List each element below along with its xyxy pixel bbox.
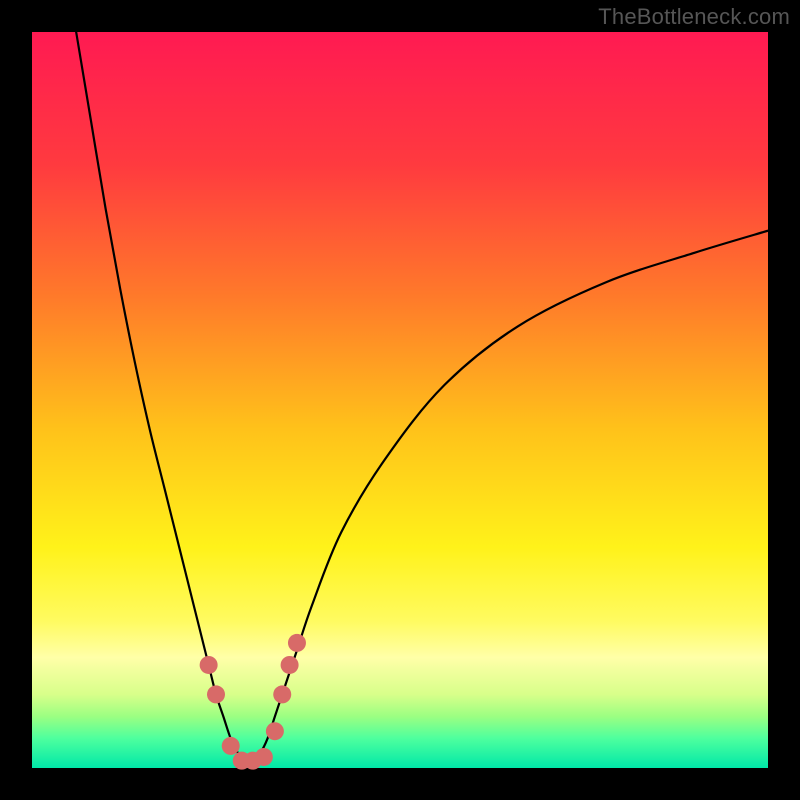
marker-point bbox=[273, 685, 291, 703]
marker-point bbox=[200, 656, 218, 674]
marker-point bbox=[266, 722, 284, 740]
marker-point bbox=[207, 685, 225, 703]
marker-point bbox=[222, 737, 240, 755]
watermark-text: TheBottleneck.com bbox=[598, 4, 790, 30]
marker-point bbox=[255, 748, 273, 766]
highlight-markers bbox=[32, 32, 768, 768]
chart-frame: TheBottleneck.com bbox=[0, 0, 800, 800]
marker-point bbox=[281, 656, 299, 674]
marker-point bbox=[288, 634, 306, 652]
